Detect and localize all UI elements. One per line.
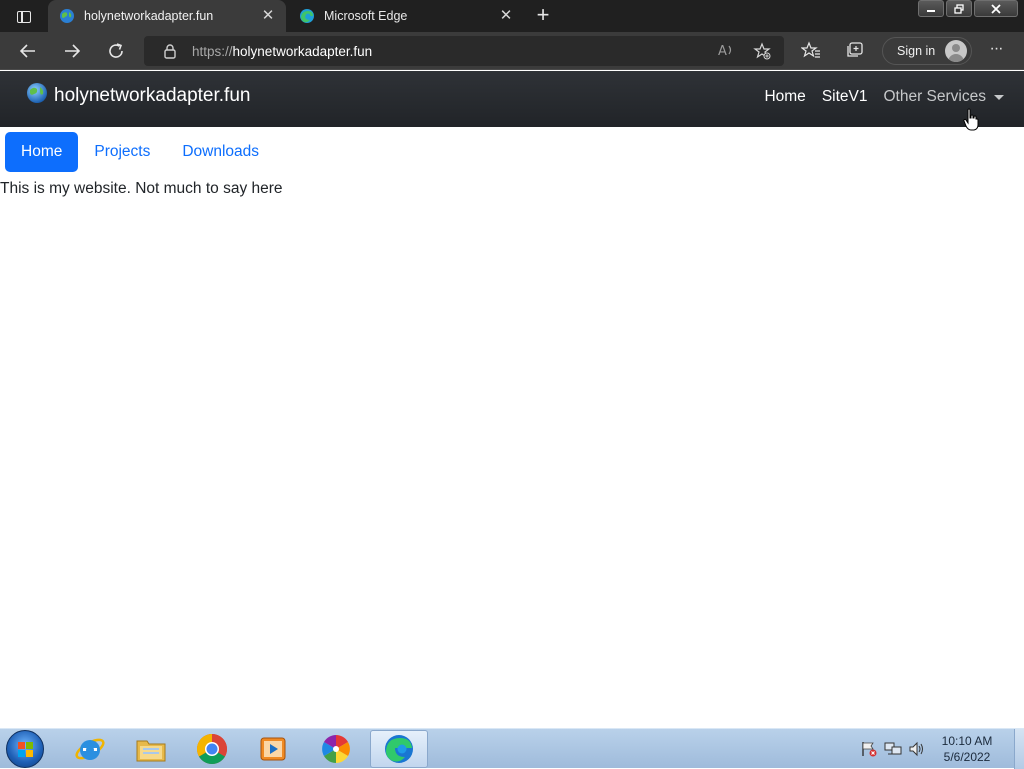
edge-icon [300,9,314,23]
lock-icon[interactable] [162,43,178,59]
chrome-icon [196,734,228,765]
forward-button[interactable] [56,37,88,65]
caret-down-icon [994,94,1004,100]
read-aloud-icon[interactable]: A [716,42,736,60]
clock-time: 10:10 AM [941,734,993,748]
hand-cursor-icon [963,108,979,131]
sign-in-label: Sign in [897,44,936,58]
start-button[interactable] [6,730,44,768]
internet-explorer-icon [75,738,105,760]
site-brand[interactable]: holynetworkadapter.fun [26,83,251,107]
taskbar-photos[interactable] [308,730,364,768]
nav-link-sitev1[interactable]: SiteV1 [822,88,868,106]
tab-title: holynetworkadapter.fun [84,9,214,23]
tab-home[interactable]: Home [5,132,79,172]
globe-icon [27,83,47,103]
clock-date: 5/6/2022 [943,750,991,764]
address-bar[interactable]: https://holynetworkadapter.fun A [144,36,784,66]
more-options-button[interactable]: ··· [984,40,1008,60]
taskbar-file-explorer[interactable] [123,730,179,768]
tab-holynetworkadapter[interactable]: holynetworkadapter.fun ✕ [48,0,286,32]
url-text[interactable]: https://holynetworkadapter.fun [192,44,372,59]
tab-projects[interactable]: Projects [78,132,166,172]
tab-title: Microsoft Edge [324,9,408,23]
site-navbar: holynetworkadapter.fun Home SiteV1 Other… [0,71,1024,127]
svg-text:A: A [718,44,727,58]
collections-icon[interactable] [844,41,866,61]
tab-strip: holynetworkadapter.fun ✕ Microsoft Edge … [0,0,1024,32]
volume-icon[interactable] [908,741,926,757]
taskbar-internet-explorer[interactable] [62,730,118,768]
sign-in-button[interactable]: Sign in [882,37,972,65]
refresh-button[interactable] [100,37,132,65]
page-tabs: Home Projects Downloads [5,132,275,172]
close-tab-icon[interactable]: ✕ [260,8,276,24]
close-tab-icon[interactable]: ✕ [498,8,514,24]
add-favorite-icon[interactable] [752,42,772,60]
media-player-icon [260,737,286,761]
taskbar-chrome[interactable] [184,730,240,768]
page-body-text: This is my website. Not much to say here [0,180,283,197]
network-icon[interactable] [884,741,902,757]
system-tray: 10:10 AM 5/6/2022 [860,729,1024,769]
minimize-icon [927,9,935,12]
action-center-icon[interactable] [860,741,878,757]
favorites-icon[interactable] [800,41,822,61]
minimize-button[interactable] [918,0,944,17]
nav-link-home[interactable]: Home [764,88,805,106]
close-icon [991,3,1001,14]
back-button[interactable] [12,37,44,65]
site-nav-links: Home SiteV1 Other Services [748,88,1004,106]
forward-arrow-icon [65,44,81,58]
avatar-icon [945,40,967,62]
url-scheme: https:// [192,43,233,59]
nav-dropdown-other-services[interactable]: Other Services [883,88,1004,106]
restore-button[interactable] [946,0,972,17]
show-desktop-button[interactable] [1014,729,1024,769]
tab-actions-icon [17,11,31,23]
globe-icon [60,9,74,23]
taskbar-edge[interactable] [370,730,428,768]
windows-logo-icon [18,742,34,758]
back-arrow-icon [19,44,35,58]
nav-dropdown-label: Other Services [883,88,986,105]
window-controls [916,0,1018,20]
tab-actions-button[interactable] [8,6,40,28]
site-brand-name: holynetworkadapter.fun [54,85,251,106]
restore-icon [954,3,964,14]
url-host: holynetworkadapter.fun [232,43,373,59]
system-clock[interactable]: 10:10 AM 5/6/2022 [932,733,1002,765]
new-tab-button[interactable]: + [530,4,556,27]
browser-toolbar: https://holynetworkadapter.fun A Sign in… [0,32,1024,70]
taskbar: 10:10 AM 5/6/2022 [0,728,1024,769]
file-explorer-icon [136,740,166,762]
close-window-button[interactable] [974,0,1018,17]
refresh-icon [109,43,123,58]
tab-microsoft-edge[interactable]: Microsoft Edge ✕ [288,0,524,32]
edge-icon [385,735,413,763]
tab-downloads[interactable]: Downloads [166,132,275,172]
photos-icon [322,735,350,763]
taskbar-media-player[interactable] [245,730,301,768]
